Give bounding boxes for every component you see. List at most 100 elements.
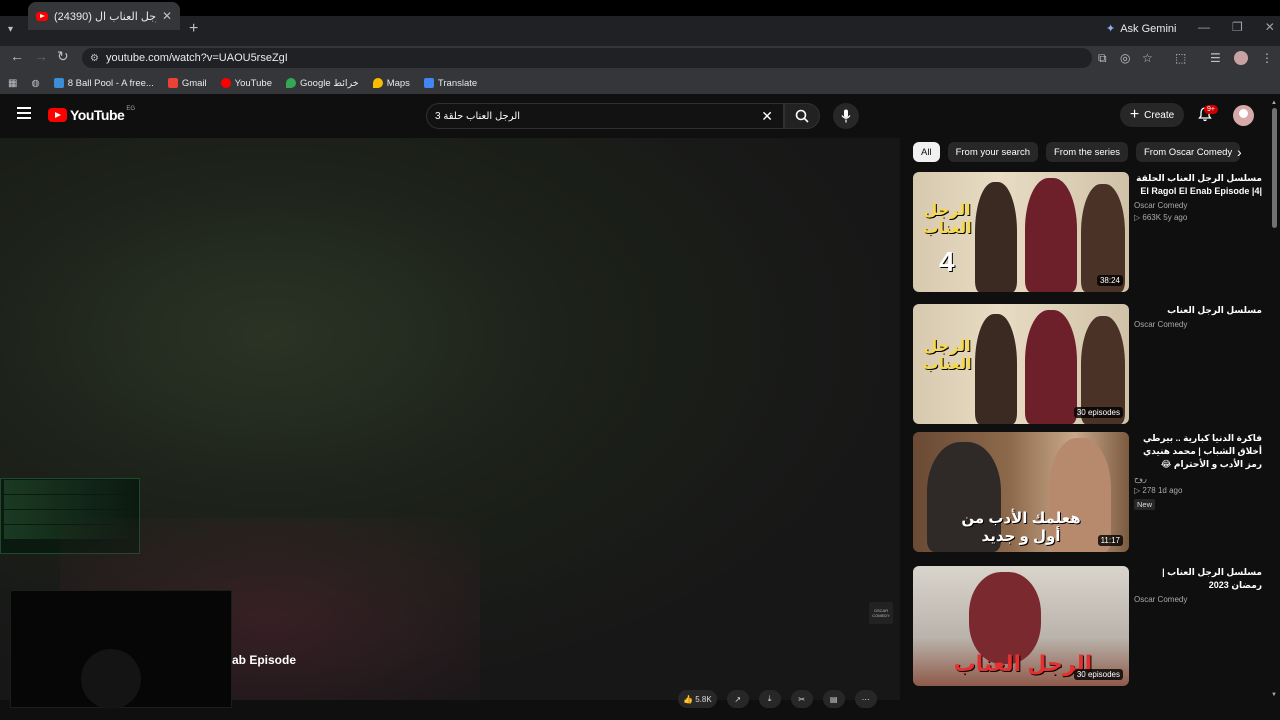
restore-icon[interactable]: ❐ — [1232, 20, 1243, 34]
reload-icon[interactable]: ↻ — [57, 48, 69, 65]
tab-search-chevron-icon[interactable]: ▾ — [8, 24, 13, 35]
8ball-icon — [53, 78, 64, 88]
thumb-figure — [1025, 310, 1077, 424]
youtube-play-icon — [48, 108, 67, 122]
tab-title: مسلسل الرجل العناب ال (24390) — [54, 10, 156, 23]
video-meta: فاكرة الدنيا كبارية .. بيرطي أخلاق الشبا… — [1134, 432, 1262, 510]
chevron-right-icon[interactable]: › — [1237, 144, 1242, 160]
chip-from-series[interactable]: From the series — [1046, 142, 1128, 162]
bookmark-star-icon[interactable]: ☆ — [1142, 51, 1153, 65]
playlist-thumbnail[interactable]: الرجل العناب 30 episodes — [913, 304, 1129, 424]
search-icon — [795, 109, 809, 123]
scrollbar-thumb[interactable] — [1272, 108, 1277, 228]
account-avatar[interactable] — [1233, 105, 1254, 126]
duration-badge: 38:24 — [1096, 275, 1123, 286]
playlist-title[interactable]: مسلسل الرجل العناب | رمضان 2023 — [1134, 566, 1262, 592]
search-input[interactable]: الرجل العناب حلقة 3 ✕ — [426, 103, 784, 129]
playlist-thumbnail[interactable]: الرجل العناب 30 episodes — [913, 566, 1129, 686]
playlist-card[interactable]: الرجل العناب 30 episodes مسلسل الرجل الع… — [913, 566, 1268, 686]
playlist-meta: مسلسل الرجل العناب Oscar Comedy — [1134, 304, 1262, 329]
channel-name[interactable]: روح — [1134, 474, 1262, 483]
window-controls: — ❐ ✕ — [1198, 20, 1275, 34]
address-bar[interactable]: ⚙ youtube.com/watch?v=UAOU5rseZgI — [82, 48, 1092, 68]
close-tab-icon[interactable]: ✕ — [162, 9, 172, 23]
video-title: ab Episode — [232, 653, 297, 667]
forward-icon[interactable]: → — [34, 48, 48, 64]
playlist-title[interactable]: مسلسل الرجل العناب — [1134, 304, 1262, 317]
bookmark-google-maps-ar[interactable]: Google خرائط — [285, 78, 359, 89]
share-button[interactable]: ↗ — [726, 690, 749, 708]
reading-list-icon[interactable]: ☰ — [1210, 51, 1221, 65]
bookmark-maps[interactable]: Maps — [372, 78, 410, 89]
url-text: youtube.com/watch?v=UAOU5rseZgI — [105, 52, 288, 64]
new-tab-button[interactable]: + — [189, 20, 198, 38]
scroll-up-icon[interactable]: ▲ — [1271, 100, 1277, 106]
chip-all[interactable]: All — [913, 142, 940, 162]
channel-name[interactable]: Oscar Comedy — [1134, 320, 1262, 329]
bookmark-8ball[interactable]: 8 Ball Pool - A free... — [53, 77, 154, 89]
channel-name[interactable]: Oscar Comedy — [1134, 201, 1262, 210]
youtube-logo[interactable]: YouTube EG — [48, 106, 135, 123]
country-code: EG — [126, 106, 135, 112]
video-title[interactable]: فاكرة الدنيا كبارية .. بيرطي أخلاق الشبا… — [1134, 432, 1262, 471]
channel-name[interactable]: Oscar Comedy — [1134, 595, 1262, 604]
recommendation-card[interactable]: الرجل العناب 4 38:24 مسلسل الرجل العناب … — [913, 172, 1268, 292]
chip-from-search[interactable]: From your search — [947, 142, 1038, 162]
apps-grid-icon[interactable]: ▦ — [8, 78, 17, 89]
video-stats: ▷ 278 1d ago — [1134, 486, 1183, 495]
browser-tab[interactable]: مسلسل الرجل العناب ال (24390) ✕ — [28, 2, 180, 30]
profile-avatar[interactable] — [1234, 51, 1248, 65]
extensions-icon[interactable]: ⬚ — [1175, 51, 1186, 65]
ask-gemini-button[interactable]: ✦ Ask Gemini — [1106, 22, 1176, 36]
recommendation-card[interactable]: هعلمك الأدب من أول و جديد 11:17 فاكرة ال… — [913, 432, 1268, 552]
gemini-sparkle-icon: ✦ — [1106, 23, 1116, 35]
page-scrollbar[interactable]: ▲ ▼ — [1271, 100, 1278, 700]
voice-search-button[interactable] — [833, 103, 859, 129]
bookmark-gmail[interactable]: Gmail — [167, 78, 207, 89]
globe-icon[interactable]: ◍ — [31, 78, 39, 89]
clear-search-icon[interactable]: ✕ — [761, 108, 773, 125]
like-button[interactable]: 👍 5.8K — [678, 690, 717, 708]
create-label: Create — [1144, 109, 1175, 121]
thumb-figure — [1025, 178, 1077, 292]
create-button[interactable]: + Create — [1120, 103, 1184, 127]
install-app-icon[interactable]: ⧉ — [1098, 51, 1107, 66]
minimize-icon[interactable]: — — [1198, 20, 1210, 34]
download-icon: ⤓ — [767, 694, 772, 703]
more-actions-button[interactable]: ⋯ — [854, 690, 877, 708]
scroll-down-icon[interactable]: ▼ — [1271, 692, 1277, 698]
clip-button[interactable]: ✂ — [790, 690, 813, 708]
search-query: الرجل العناب حلقة 3 — [435, 110, 521, 122]
thumbs-up-icon: 👍 — [683, 694, 693, 704]
bookmark-translate[interactable]: Translate — [423, 77, 478, 89]
bookmark-youtube[interactable]: YouTube — [220, 77, 272, 89]
notification-count-badge: 9+ — [1204, 105, 1218, 114]
bookmark-label: 8 Ball Pool - A free... — [67, 77, 154, 89]
site-info-icon[interactable]: ⚙ — [90, 53, 99, 64]
bookmark-label: Translate — [437, 77, 478, 89]
close-window-icon[interactable]: ✕ — [1265, 20, 1275, 34]
video-title[interactable]: مسلسل الرجل العناب الحلقة |4| El Ragol E… — [1134, 172, 1262, 198]
bookmark-label: YouTube — [234, 77, 272, 89]
back-icon[interactable]: ← — [10, 48, 24, 64]
filter-chips: All From your search From the series Fro… — [913, 142, 1241, 162]
eye-off-icon[interactable]: ◎ — [1120, 51, 1130, 65]
playlist-meta: مسلسل الرجل العناب | رمضان 2023 Oscar Co… — [1134, 566, 1262, 604]
more-menu-icon[interactable]: ⋮ — [1261, 51, 1273, 65]
video-thumbnail[interactable]: هعلمك الأدب من أول و جديد 11:17 — [913, 432, 1129, 552]
save-button[interactable]: ▤ — [822, 690, 845, 708]
screen-top-edge — [0, 0, 1280, 16]
thumb-figure — [975, 314, 1017, 424]
overlay-row — [4, 510, 136, 524]
playlist-card[interactable]: الرجل العناب 30 episodes مسلسل الرجل الع… — [913, 304, 1268, 424]
overlay-row — [4, 525, 136, 539]
download-button[interactable]: ⤓ — [758, 690, 781, 708]
channel-watermark-icon[interactable]: OSCAR COMEDY — [869, 602, 893, 624]
video-thumbnail[interactable]: الرجل العناب 4 38:24 — [913, 172, 1129, 292]
maps-pin-icon — [285, 78, 296, 88]
thumb-title-text: الرجل العناب — [922, 202, 972, 237]
menu-icon[interactable] — [17, 107, 31, 122]
thumb-title-text: هعلمك الأدب من أول و جديد — [961, 510, 1081, 545]
search-button[interactable] — [784, 103, 820, 129]
chip-from-channel[interactable]: From Oscar Comedy — [1136, 142, 1241, 162]
